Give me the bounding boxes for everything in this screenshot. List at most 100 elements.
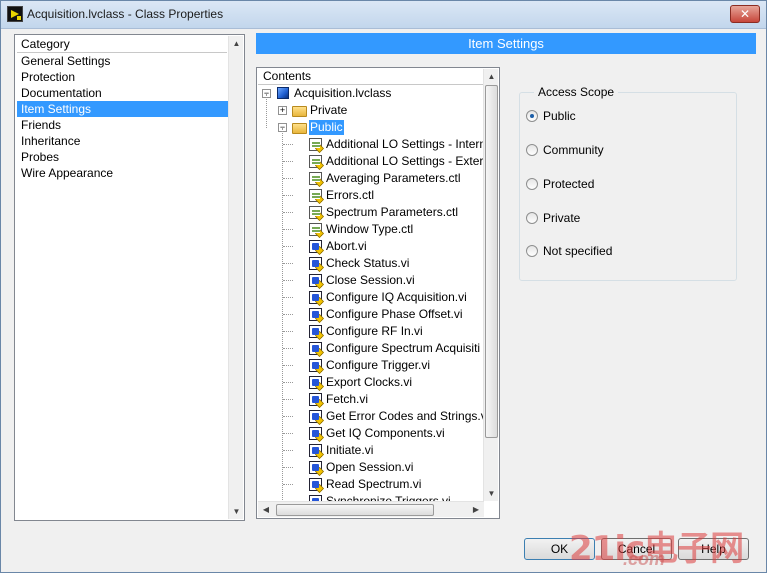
tree-item-row[interactable]: Configure RF In.vi: [259, 323, 483, 340]
tree-guide-line: [283, 280, 293, 281]
tree-item-row[interactable]: Close Session.vi: [259, 272, 483, 289]
tree-item-label: Configure Spectrum Acquisiti: [326, 341, 481, 355]
scroll-left-arrow-icon[interactable]: ◀: [258, 502, 274, 518]
tree-guide-line: [283, 297, 293, 298]
tree-item-row[interactable]: Get Error Codes and Strings.vi: [259, 408, 483, 425]
category-scrollbar[interactable]: ▲ ▼: [228, 36, 243, 519]
access-scope-group: Access Scope Public Community Protected Pri…: [519, 85, 737, 281]
tree-item-row[interactable]: Abort.vi: [259, 238, 483, 255]
radio-button[interactable]: [526, 110, 538, 122]
category-item[interactable]: General Settings: [17, 53, 229, 69]
tree-item-row[interactable]: Window Type.ctl: [259, 221, 483, 238]
contents-vertical-scrollbar[interactable]: ▲ ▼: [483, 69, 498, 501]
tree-item-label: Configure IQ Acquisition.vi: [326, 290, 467, 304]
vi-icon: [309, 444, 322, 457]
contents-tree: − Acquisition.lvclass + Private − Public…: [259, 85, 483, 501]
tree-guide-line: [283, 331, 293, 332]
tree-item-row[interactable]: Open Session.vi: [259, 459, 483, 476]
tree-item-row[interactable]: Spectrum Parameters.ctl: [259, 204, 483, 221]
tree-item-label: Window Type.ctl: [326, 222, 414, 236]
tree-item-row[interactable]: Averaging Parameters.ctl: [259, 170, 483, 187]
category-item[interactable]: Wire Appearance: [17, 165, 229, 181]
vi-icon: [309, 376, 322, 389]
control-icon: [309, 138, 322, 151]
vertical-scroll-thumb[interactable]: [485, 85, 498, 438]
tree-guide-line: [283, 195, 293, 196]
tree-root-label: Acquisition.lvclass: [294, 86, 392, 100]
radio-button[interactable]: [526, 178, 538, 190]
contents-column-header: Contents: [258, 69, 484, 85]
close-button[interactable]: ✕: [730, 5, 760, 23]
tree-guide-line: [283, 144, 293, 145]
scroll-up-arrow-icon[interactable]: ▲: [484, 69, 499, 84]
tree-item-label: Synchronize Triggers.vi: [326, 494, 451, 501]
category-item[interactable]: Probes: [17, 149, 229, 165]
tree-item-row[interactable]: Configure Spectrum Acquisiti: [259, 340, 483, 357]
control-icon: [309, 172, 322, 185]
category-item[interactable]: Inheritance: [17, 133, 229, 149]
scroll-down-arrow-icon[interactable]: ▼: [484, 486, 499, 501]
tree-item-row[interactable]: Configure Trigger.vi: [259, 357, 483, 374]
tree-item-row[interactable]: Synchronize Triggers.vi: [259, 493, 483, 501]
radio-label: Not specified: [543, 244, 613, 258]
class-cube-icon: [277, 87, 289, 99]
title-bar[interactable]: Acquisition.lvclass - Class Properties ✕: [1, 1, 766, 29]
tree-item-label: Open Session.vi: [326, 460, 414, 474]
radio-button[interactable]: [526, 144, 538, 156]
tree-guide-line: [283, 178, 293, 179]
tree-item-row[interactable]: Configure Phase Offset.vi: [259, 306, 483, 323]
tree-guide-line: [282, 128, 283, 501]
vi-icon: [309, 308, 322, 321]
tree-item-row[interactable]: Additional LO Settings - Intern: [259, 136, 483, 153]
contents-horizontal-scrollbar[interactable]: ◀ ▶: [258, 501, 484, 517]
scroll-down-arrow-icon[interactable]: ▼: [229, 504, 244, 519]
tree-item-label: Configure Trigger.vi: [326, 358, 431, 372]
tree-guide-line: [283, 263, 293, 264]
tree-item-row[interactable]: Initiate.vi: [259, 442, 483, 459]
tree-item-label: Initiate.vi: [326, 443, 374, 457]
vi-icon: [309, 274, 322, 287]
control-icon: [309, 206, 322, 219]
radio-button[interactable]: [526, 245, 538, 257]
category-listbox[interactable]: Category General Settings Protection Docum…: [14, 34, 245, 521]
category-item[interactable]: Friends: [17, 117, 229, 133]
tree-item-label: Averaging Parameters.ctl: [326, 171, 461, 185]
tree-item-label: Abort.vi: [326, 239, 367, 253]
tree-guide-line: [283, 399, 293, 400]
tree-guide-line: [283, 348, 293, 349]
expand-icon[interactable]: +: [278, 106, 287, 115]
scroll-right-arrow-icon[interactable]: ▶: [468, 502, 484, 518]
vi-icon: [309, 325, 322, 338]
horizontal-scroll-thumb[interactable]: [276, 504, 434, 516]
tree-root-row[interactable]: − Acquisition.lvclass: [259, 85, 483, 102]
tree-item-row[interactable]: Additional LO Settings - Exter: [259, 153, 483, 170]
tree-private-row[interactable]: + Private: [259, 102, 483, 119]
category-item[interactable]: Documentation: [17, 85, 229, 101]
scroll-up-arrow-icon[interactable]: ▲: [229, 36, 244, 51]
tree-public-row[interactable]: − Public: [259, 119, 483, 136]
control-icon: [309, 155, 322, 168]
tree-item-row[interactable]: Get IQ Components.vi: [259, 425, 483, 442]
tree-guide-line: [283, 212, 293, 213]
tree-guide-line: [266, 94, 267, 128]
tree-item-row[interactable]: Read Spectrum.vi: [259, 476, 483, 493]
tree-guide-line: [283, 365, 293, 366]
tree-item-row[interactable]: Check Status.vi: [259, 255, 483, 272]
category-item[interactable]: Protection: [17, 69, 229, 85]
control-icon: [309, 189, 322, 202]
tree-item-row[interactable]: Export Clocks.vi: [259, 374, 483, 391]
tree-item-row[interactable]: Configure IQ Acquisition.vi: [259, 289, 483, 306]
tree-item-row[interactable]: Errors.ctl: [259, 187, 483, 204]
radio-button[interactable]: [526, 212, 538, 224]
tree-guide-line: [283, 467, 293, 468]
tree-item-row[interactable]: Fetch.vi: [259, 391, 483, 408]
tree-item-label: Read Spectrum.vi: [326, 477, 422, 491]
tree-item-label: Configure Phase Offset.vi: [326, 307, 463, 321]
item-settings-header: Item Settings: [256, 33, 756, 54]
vi-icon: [309, 393, 322, 406]
category-item[interactable]: Item Settings: [17, 101, 229, 117]
tree-item-label: Get Error Codes and Strings.vi: [326, 409, 483, 423]
contents-tree-panel[interactable]: Contents − Acquisition.lvclass + Private…: [256, 67, 500, 519]
tree-item-label: Export Clocks.vi: [326, 375, 413, 389]
category-column-header: Category: [17, 37, 227, 53]
